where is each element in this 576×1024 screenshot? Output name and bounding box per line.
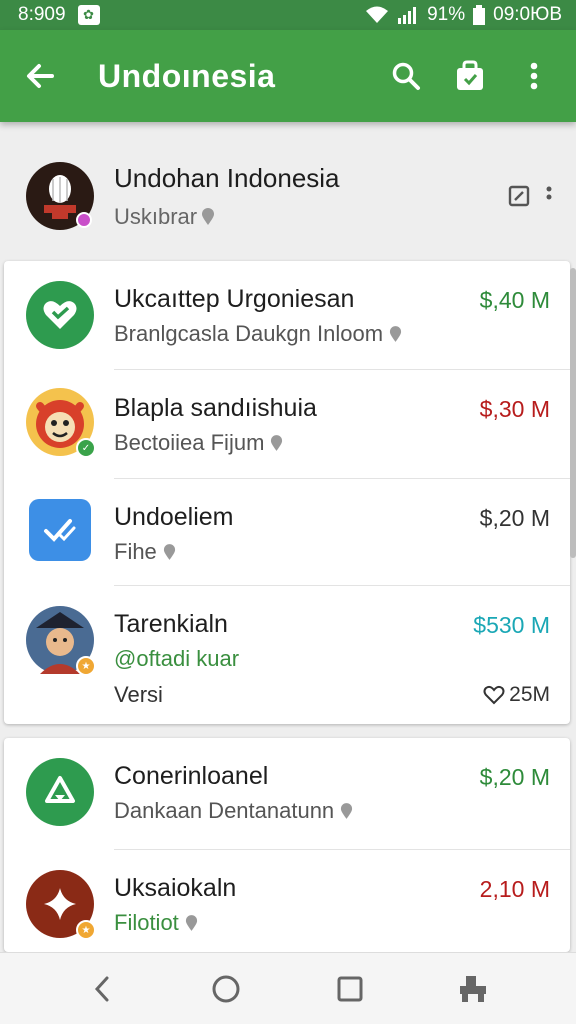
avatar-icon: ★ — [26, 606, 96, 676]
verified-badge-icon: ✓ — [76, 438, 96, 458]
item-subtitle: Fihe — [114, 539, 157, 564]
store-logo — [26, 162, 94, 230]
mascot-icon: ✓ — [26, 388, 96, 458]
status-bar: 8:909 ✿ 91% 09:0ЮB — [0, 0, 576, 30]
app-bar: Undoınesia — [0, 30, 576, 122]
item-amount: $,20 M — [479, 505, 550, 531]
store-subtitle: Uskıbrar — [114, 203, 198, 229]
heart-shield-icon — [26, 281, 94, 349]
item-title: Undoeliem — [114, 503, 234, 531]
nav-back-button[interactable] — [72, 959, 132, 1019]
battery-icon — [473, 5, 486, 25]
heart-outline-icon — [483, 685, 505, 705]
star-icon: ★ — [26, 870, 96, 940]
location-pin-icon — [271, 434, 283, 451]
list-item[interactable]: ★ Tarenkialn @oftadi kuar Versi $530 M 2… — [4, 586, 570, 724]
likes-counter[interactable]: 25M — [483, 683, 550, 707]
item-title: Blapla sandıishuia — [114, 394, 317, 422]
list-item[interactable]: Ukcaıttep Urgoniesan Branlgcasla Daukgn … — [4, 261, 570, 369]
item-subtitle: Dankaan Dentanatunn — [114, 798, 335, 823]
page-title: Undoınesia — [98, 57, 276, 94]
item-extra: Versi — [114, 682, 163, 707]
item-amount: $,40 M — [479, 287, 550, 313]
nav-accessibility-icon — [460, 975, 486, 1002]
battery-percent: 91% — [427, 4, 466, 25]
item-title: Tarenkialn — [114, 610, 228, 638]
back-button[interactable] — [0, 30, 80, 122]
item-title: Uksaiokaln — [114, 874, 237, 902]
store-header[interactable]: Undohan Indonesia Uskıbrar — [0, 148, 576, 244]
list-item[interactable]: Undoeliem Fihe $,20 M — [4, 479, 570, 585]
status-time-right: 09:0ЮB — [493, 4, 562, 25]
wifi-icon — [366, 6, 389, 23]
search-icon — [392, 62, 420, 90]
location-pin-icon — [389, 325, 402, 342]
list-item[interactable]: Conerinloanel Dankaan Dentanatunn $,20 M — [4, 738, 570, 848]
system-nav-bar — [0, 952, 576, 1024]
listing-card-secondary: Conerinloanel Dankaan Dentanatunn $,20 M… — [4, 738, 570, 952]
scrollbar[interactable] — [570, 268, 576, 558]
location-pin-icon — [341, 802, 353, 819]
notification-icon: ✿ — [77, 5, 100, 25]
store-name: Undohan Indonesia — [114, 162, 340, 193]
item-subtitle: @oftadi kuar — [114, 646, 240, 671]
shopping-bag-icon — [457, 60, 483, 90]
more-options-button[interactable] — [502, 30, 566, 122]
item-amount: $530 M — [473, 612, 550, 638]
signal-icon — [398, 7, 417, 24]
more-vert-icon — [530, 62, 538, 90]
recycle-icon — [26, 758, 94, 826]
location-pin-icon — [185, 914, 197, 931]
item-title: Ukcaıttep Urgoniesan — [114, 285, 355, 313]
edit-icon[interactable] — [508, 185, 530, 207]
item-subtitle: Branlgcasla Daukgn Inloom — [114, 321, 384, 346]
back-arrow-icon — [27, 64, 54, 88]
nav-recents-icon — [337, 976, 363, 1001]
nav-back-icon — [94, 976, 109, 1001]
item-subtitle: Filotiot — [114, 910, 179, 935]
item-amount: $,20 M — [479, 764, 550, 790]
item-title: Conerinloanel — [114, 762, 269, 790]
nav-home-icon — [212, 975, 240, 1002]
likes-count: 25M — [509, 683, 550, 706]
location-pin-icon — [202, 207, 215, 225]
location-pin-icon — [163, 543, 175, 560]
checkmark-icon — [29, 499, 91, 561]
listing-card-primary: Ukcaıttep Urgoniesan Branlgcasla Daukgn … — [4, 261, 570, 724]
search-button[interactable] — [374, 30, 438, 122]
store-more-icon[interactable] — [546, 185, 552, 207]
nav-home-button[interactable] — [196, 959, 256, 1019]
item-amount: $,30 M — [479, 396, 550, 422]
rank-badge-icon: ★ — [76, 920, 96, 940]
nav-recents-button[interactable] — [320, 959, 380, 1019]
rank-badge-icon: ★ — [76, 656, 96, 676]
item-amount: 2,10 M — [479, 876, 550, 902]
shopping-bag-button[interactable] — [438, 30, 502, 122]
list-item[interactable]: ✓ Blapla sandıishuia Bectoiiea Fijum $,3… — [4, 370, 570, 478]
store-status-dot — [76, 212, 92, 228]
nav-accessibility-button[interactable] — [444, 959, 504, 1019]
chef-hat-icon — [44, 175, 76, 219]
list-item[interactable]: ★ Uksaiokaln Filotiot 2,10 M — [4, 850, 570, 952]
item-subtitle: Bectoiiea Fijum — [114, 430, 265, 455]
status-time-left: 8:909 — [18, 4, 66, 25]
